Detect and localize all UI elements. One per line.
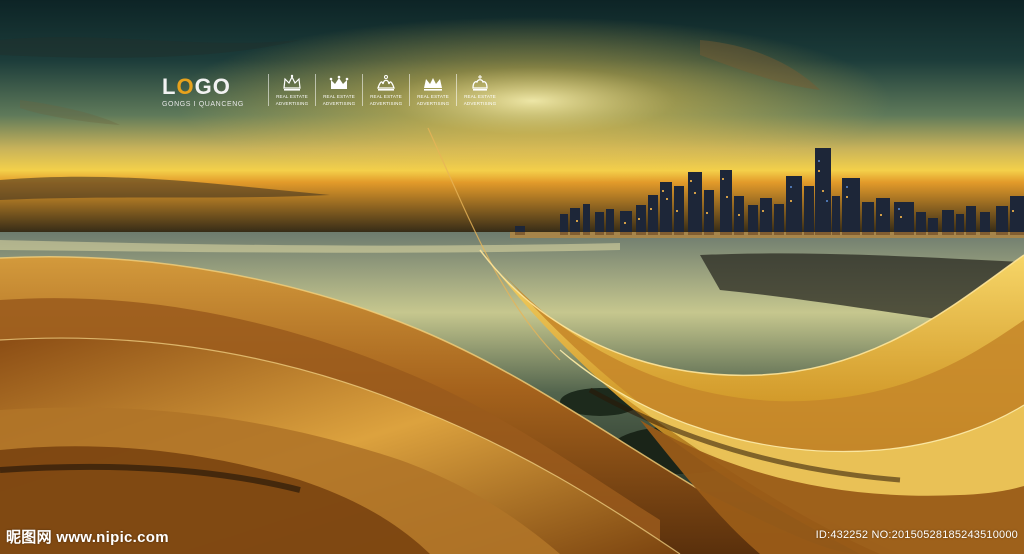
logo-title: LOGO [162, 74, 231, 99]
crown-icon [472, 75, 488, 91]
logo-subtitle: GONGS I QUANCENG [162, 101, 244, 108]
brand-mark-5: REAL ESTATE ADVERTISING [456, 74, 503, 106]
background-scene [0, 0, 1024, 554]
brand-line-2: ADVERTISING [463, 101, 497, 106]
brand-mark-3: REAL ESTATE ADVERTISING [362, 74, 409, 106]
crown-icon [377, 75, 395, 91]
brand-mark-2: REAL ESTATE ADVERTISING [315, 74, 362, 106]
logo: LOGO GONGS I QUANCENG [162, 74, 244, 109]
brand-line-1: REAL ESTATE [276, 94, 308, 99]
brand-line-2: ADVERTISING [416, 101, 450, 106]
watermark-id: ID:432252 NO:20150528185243510000 [815, 529, 1018, 541]
crown-icon [424, 78, 442, 91]
brand-line-1: REAL ESTATE [323, 94, 355, 99]
brand-line-2: ADVERTISING [322, 101, 356, 106]
brand-line-1: REAL ESTATE [417, 94, 449, 99]
watermark-site: 昵图网 www.nipic.com [6, 529, 169, 546]
poster-canvas: LOGO GONGS I QUANCENG REAL ESTATE ADVERT… [0, 0, 1024, 554]
brand-line-1: REAL ESTATE [464, 94, 496, 99]
brand-mark-1: REAL ESTATE ADVERTISING [268, 74, 315, 106]
crown-icon [283, 74, 301, 91]
crown-icon [329, 75, 349, 89]
brand-line-1: REAL ESTATE [370, 94, 402, 99]
brand-mark-4: REAL ESTATE ADVERTISING [409, 74, 456, 106]
brand-line-2: ADVERTISING [369, 101, 403, 106]
brand-line-2: ADVERTISING [275, 101, 309, 106]
brand-logo-row: REAL ESTATE ADVERTISING REAL ESTATE ADVE… [268, 74, 503, 106]
